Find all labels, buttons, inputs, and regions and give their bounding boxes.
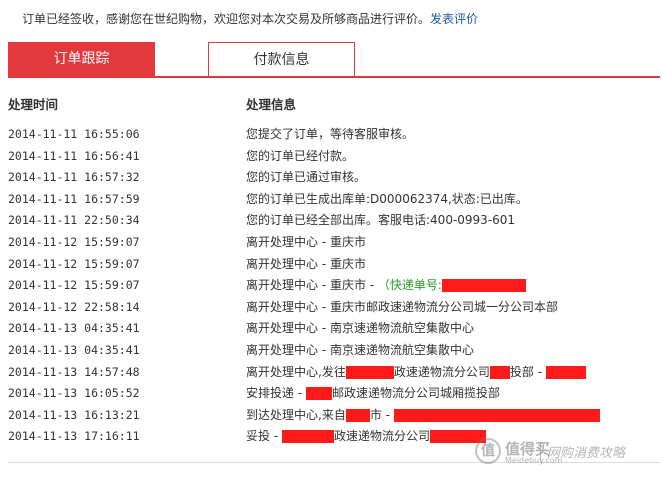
row-info: 离开处理中心 - 南京速递物流航空集散中心 — [246, 321, 474, 336]
row-time: 2014-11-11 16:57:32 — [8, 170, 140, 185]
table-row: 2014-11-12 22:58:14 离开处理中心 - 重庆市邮政速递物流分公… — [0, 297, 662, 319]
tab-payment-info[interactable]: 付款信息 — [208, 42, 355, 76]
redaction-mark — [345, 365, 394, 379]
row-time: 2014-11-12 15:59:07 — [8, 278, 140, 293]
redaction-mark — [545, 365, 586, 379]
watermark-tagline: 网购消费攻略 — [547, 446, 626, 461]
tab-order-tracking[interactable]: 订单跟踪 — [8, 42, 155, 76]
row-info: 离开处理中心 - 重庆市 — [246, 234, 366, 249]
row-time: 2014-11-13 14:57:48 — [8, 364, 140, 379]
row-info: 离开处理中心 - 重庆市 - （快递单号: — [246, 275, 526, 297]
row-info-text: 邮政速递物流分公司城厢揽投部 — [331, 386, 500, 401]
order-notice: 订单已经签收，感谢您在世纪购物，欢迎您对本次交易及所够商品进行评价。发表评价 — [22, 9, 478, 29]
row-time: 2014-11-11 16:55:06 — [8, 127, 140, 141]
table-row: 2014-11-12 15:59:07 离开处理中心 - 重庆市 — [0, 232, 662, 254]
review-link[interactable]: 发表评价 — [430, 12, 478, 26]
redaction-mark — [489, 365, 510, 379]
watermark-logo-icon: 值 — [475, 438, 501, 464]
table-row: 2014-11-12 15:59:07 离开处理中心 - 重庆市 — [0, 254, 662, 276]
row-time: 2014-11-11 16:57:59 — [8, 191, 140, 206]
row-info-text: 政速递物流分公司 — [333, 429, 430, 444]
redaction-mark — [441, 279, 526, 293]
table-row: 2014-11-13 16:05:52 安排投递 - 邮政速递物流分公司城厢揽投… — [0, 383, 662, 405]
row-time: 2014-11-12 15:59:07 — [8, 234, 140, 249]
row-info-text: 投部 - — [509, 364, 546, 379]
table-row: 2014-11-11 16:57:32 您的订单已通过审核。 — [0, 167, 662, 189]
redaction-mark — [281, 430, 334, 444]
row-time: 2014-11-13 16:05:52 — [8, 386, 140, 401]
redaction-mark — [345, 408, 370, 422]
table-row: 2014-11-13 14:57:48 离开处理中心,发往 政速递物流分公司 投部 … — [0, 362, 662, 384]
table-row: 2014-11-13 16:13:21 到达处理中心,来自 市 - — [0, 405, 662, 427]
tracking-list: 2014-11-11 16:55:06 您提交了订单，等待客服审核。 2014-… — [0, 124, 662, 448]
row-time: 2014-11-13 04:35:41 — [8, 342, 140, 357]
row-time: 2014-11-11 22:50:34 — [8, 213, 140, 228]
row-info: 您提交了订单，等待客服审核。 — [246, 127, 415, 141]
redaction-mark — [393, 408, 600, 422]
row-info: 离开处理中心,发往 政速递物流分公司 投部 - — [246, 362, 586, 384]
row-info: 离开处理中心 - 南京速递物流航空集散中心 — [246, 342, 474, 357]
row-info: 安排投递 - 邮政速递物流分公司城厢揽投部 — [246, 383, 500, 405]
row-info: 您的订单已经付款。 — [246, 148, 355, 163]
table-row: 2014-11-11 16:56:41 您的订单已经付款。 — [0, 146, 662, 168]
table-row: 2014-11-12 15:59:07 离开处理中心 - 重庆市 - （快递单号… — [0, 275, 662, 297]
row-time: 2014-11-12 22:58:14 — [8, 299, 140, 314]
row-time: 2014-11-13 04:35:41 — [8, 321, 140, 336]
column-header-time: 处理时间 — [8, 97, 59, 112]
row-time: 2014-11-11 16:56:41 — [8, 148, 140, 163]
row-info-text: 离开处理中心,发往 — [246, 364, 346, 379]
row-info-text: 妥投 - — [246, 429, 282, 444]
order-notice-text: 订单已经签收，感谢您在世纪购物，欢迎您对本次交易及所够商品进行评价。 — [22, 12, 431, 26]
row-info: 妥投 - 政速递物流分公司 — [246, 426, 486, 448]
row-time: 2014-11-13 16:13:21 — [8, 407, 140, 422]
row-info-text: 市 - — [369, 407, 394, 422]
row-info: 离开处理中心 - 重庆市邮政速递物流分公司城一分公司本部 — [246, 299, 558, 314]
table-row: 2014-11-11 16:57:59 您的订单已生成出库单:D00006237… — [0, 189, 662, 211]
row-info-text: 安排投递 - — [246, 386, 306, 401]
row-info: 离开处理中心 - 重庆市 — [246, 256, 366, 271]
table-row: 2014-11-11 16:55:06 您提交了订单，等待客服审核。 — [0, 124, 662, 146]
row-info: 您的订单已通过审核。 — [246, 170, 367, 185]
table-row: 2014-11-13 04:35:41 离开处理中心 - 南京速递物流航空集散中… — [0, 340, 662, 362]
column-header-info: 处理信息 — [246, 97, 297, 112]
row-info: 您的订单已经全部出库。客服电话:400-0993-601 — [246, 213, 516, 228]
row-info: 您的订单已生成出库单:D000062374,状态:已出库。 — [246, 191, 528, 206]
tracking-number-label: （快递单号: — [377, 278, 442, 293]
row-info-text: 政速递物流分公司 — [393, 364, 490, 379]
row-time: 2014-11-12 15:59:07 — [8, 256, 140, 271]
table-row: 2014-11-11 22:50:34 您的订单已经全部出库。客服电话:400-… — [0, 210, 662, 232]
tab-bar: 订单跟踪 付款信息 — [8, 42, 660, 78]
row-info-text: 到达处理中心,来自 — [246, 407, 346, 422]
redaction-mark — [305, 387, 332, 401]
table-row: 2014-11-13 04:35:41 离开处理中心 - 南京速递物流航空集散中… — [0, 318, 662, 340]
row-info: 到达处理中心,来自 市 - — [246, 405, 600, 427]
row-time: 2014-11-13 17:16:11 — [8, 429, 140, 444]
watermark: 值 值得买 Meidebuy.com 网购消费攻略 — [475, 436, 662, 468]
watermark-divider — [540, 442, 541, 462]
row-info-text: 离开处理中心 - 重庆市 - — [246, 278, 378, 293]
